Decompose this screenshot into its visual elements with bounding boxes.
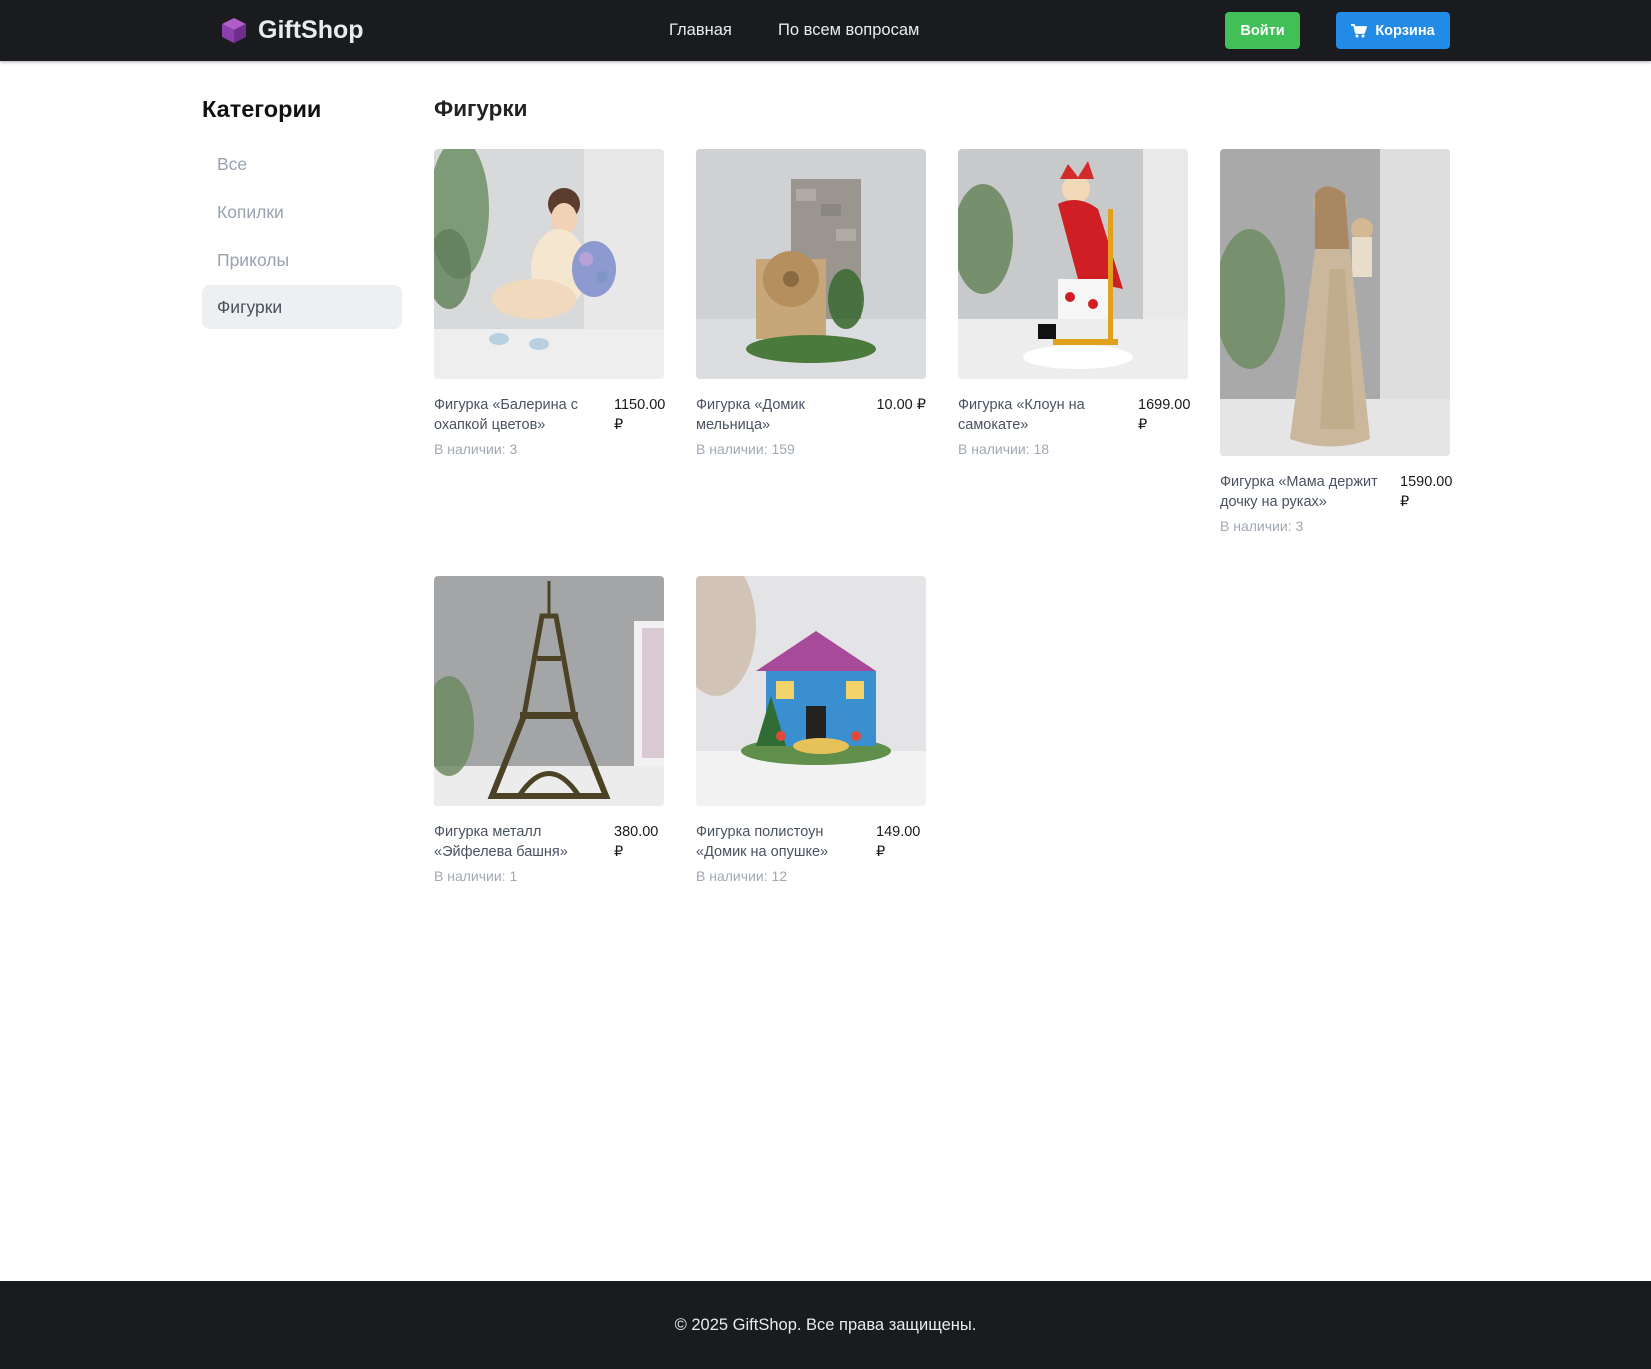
- page-footer: © 2025 GiftShop. Все права защищены.: [0, 1281, 1651, 1369]
- product-name[interactable]: Фигурка «Балерина с охапкой цветов»: [434, 395, 614, 435]
- product-name[interactable]: Фигурка «Клоун на самокате»: [958, 395, 1138, 435]
- category-item-piggy-banks[interactable]: Копилки: [202, 190, 402, 234]
- product-image[interactable]: [696, 576, 926, 806]
- product-name[interactable]: Фигурка полистоун «Домик на опушке»: [696, 822, 876, 862]
- login-button[interactable]: Войти: [1225, 12, 1300, 49]
- product-price: 1699.00 ₽: [1138, 397, 1191, 433]
- product-stock: В наличии: 1: [434, 868, 518, 884]
- brand-logo[interactable]: GiftShop: [219, 15, 364, 45]
- product-image[interactable]: [696, 149, 926, 379]
- product-name[interactable]: Фигурка «Мама держит дочку на руках»: [1220, 472, 1400, 512]
- category-item-figurines[interactable]: Фигурки: [202, 285, 402, 329]
- product-image[interactable]: [1220, 149, 1450, 456]
- cart-button[interactable]: Корзина: [1336, 12, 1450, 49]
- brand-name: GiftShop: [258, 16, 364, 44]
- product-card[interactable]: Фигурка «Мама держит дочку на руках» 159…: [1220, 149, 1453, 536]
- product-stock: В наличии: 3: [1220, 518, 1304, 534]
- login-button-label: Войти: [1240, 22, 1285, 39]
- product-name[interactable]: Фигурка «Домик мельница»: [696, 395, 876, 435]
- product-image[interactable]: [434, 149, 664, 379]
- category-item-pranks[interactable]: Приколы: [202, 238, 402, 282]
- product-stock: В наличии: 18: [958, 441, 1050, 457]
- product-price: 1590.00 ₽: [1400, 474, 1453, 510]
- product-image[interactable]: [434, 576, 664, 806]
- product-info: Фигурка полистоун «Домик на опушке» 149.…: [696, 822, 926, 862]
- product-info: Фигурка «Мама держит дочку на руках» 159…: [1220, 472, 1453, 512]
- shopping-cart-icon: [1351, 23, 1368, 37]
- product-price: 149.00 ₽: [876, 824, 921, 860]
- gift-box-icon: [222, 18, 246, 43]
- product-image[interactable]: [958, 149, 1188, 379]
- product-stock: В наличии: 3: [434, 441, 518, 457]
- product-info: Фигурка металл «Эйфелева башня» 380.00 ₽: [434, 822, 664, 862]
- product-card[interactable]: Фигурка «Балерина с охапкой цветов» 1150…: [434, 149, 666, 459]
- product-info: Фигурка «Балерина с охапкой цветов» 1150…: [434, 395, 666, 435]
- category-item-all[interactable]: Все: [202, 142, 402, 186]
- nav-home-link[interactable]: Главная: [669, 19, 732, 41]
- product-stock: В наличии: 12: [696, 868, 788, 884]
- product-price: 10.00 ₽: [876, 397, 926, 413]
- cart-button-label: Корзина: [1375, 22, 1435, 39]
- product-info: Фигурка «Домик мельница» 10.00 ₽: [696, 395, 926, 435]
- nav-faq-link[interactable]: По всем вопросам: [778, 19, 919, 41]
- top-navbar: GiftShop Главная По всем вопросам Войти …: [0, 0, 1651, 61]
- product-price: 1150.00 ₽: [614, 397, 666, 433]
- sidebar-title: Категории: [202, 96, 322, 122]
- copyright-text: © 2025 GiftShop. Все права защищены.: [674, 1316, 977, 1334]
- product-card[interactable]: Фигурка «Клоун на самокате» 1699.00 ₽ В …: [958, 149, 1191, 459]
- product-card[interactable]: Фигурка металл «Эйфелева башня» 380.00 ₽…: [434, 576, 664, 886]
- page-title: Фигурки: [434, 96, 528, 121]
- product-card[interactable]: Фигурка «Домик мельница» 10.00 ₽ В налич…: [696, 149, 926, 459]
- product-name[interactable]: Фигурка металл «Эйфелева башня»: [434, 822, 614, 862]
- product-price: 380.00 ₽: [614, 824, 659, 860]
- product-stock: В наличии: 159: [696, 441, 795, 457]
- product-card[interactable]: Фигурка полистоун «Домик на опушке» 149.…: [696, 576, 926, 886]
- product-info: Фигурка «Клоун на самокате» 1699.00 ₽: [958, 395, 1191, 435]
